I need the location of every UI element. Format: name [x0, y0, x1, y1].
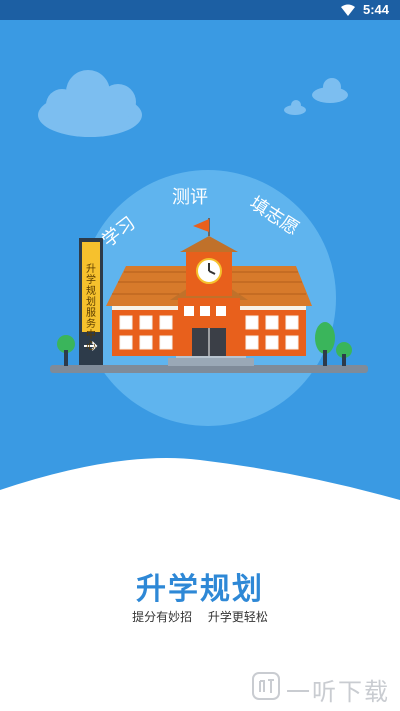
- app-title: 升学规划: [136, 572, 264, 607]
- ground: [50, 365, 368, 373]
- sign-text: 升学规划服务中心: [86, 264, 96, 352]
- slogan-part: 升学更轻松: [207, 610, 268, 624]
- status-time: 5:44: [363, 2, 390, 17]
- slogan-part: 提分有妙招: [132, 610, 193, 624]
- slogan: 提分有妙招 升学更轻松: [0, 608, 400, 625]
- watermark: 一听下载: [252, 668, 400, 708]
- wifi-icon: [341, 4, 355, 16]
- yiting-logo-icon: [252, 672, 280, 700]
- status-bar: 5:44: [0, 0, 400, 20]
- arc-label-evaluation: 测评: [172, 187, 208, 208]
- watermark-text: 一听下载: [286, 678, 390, 706]
